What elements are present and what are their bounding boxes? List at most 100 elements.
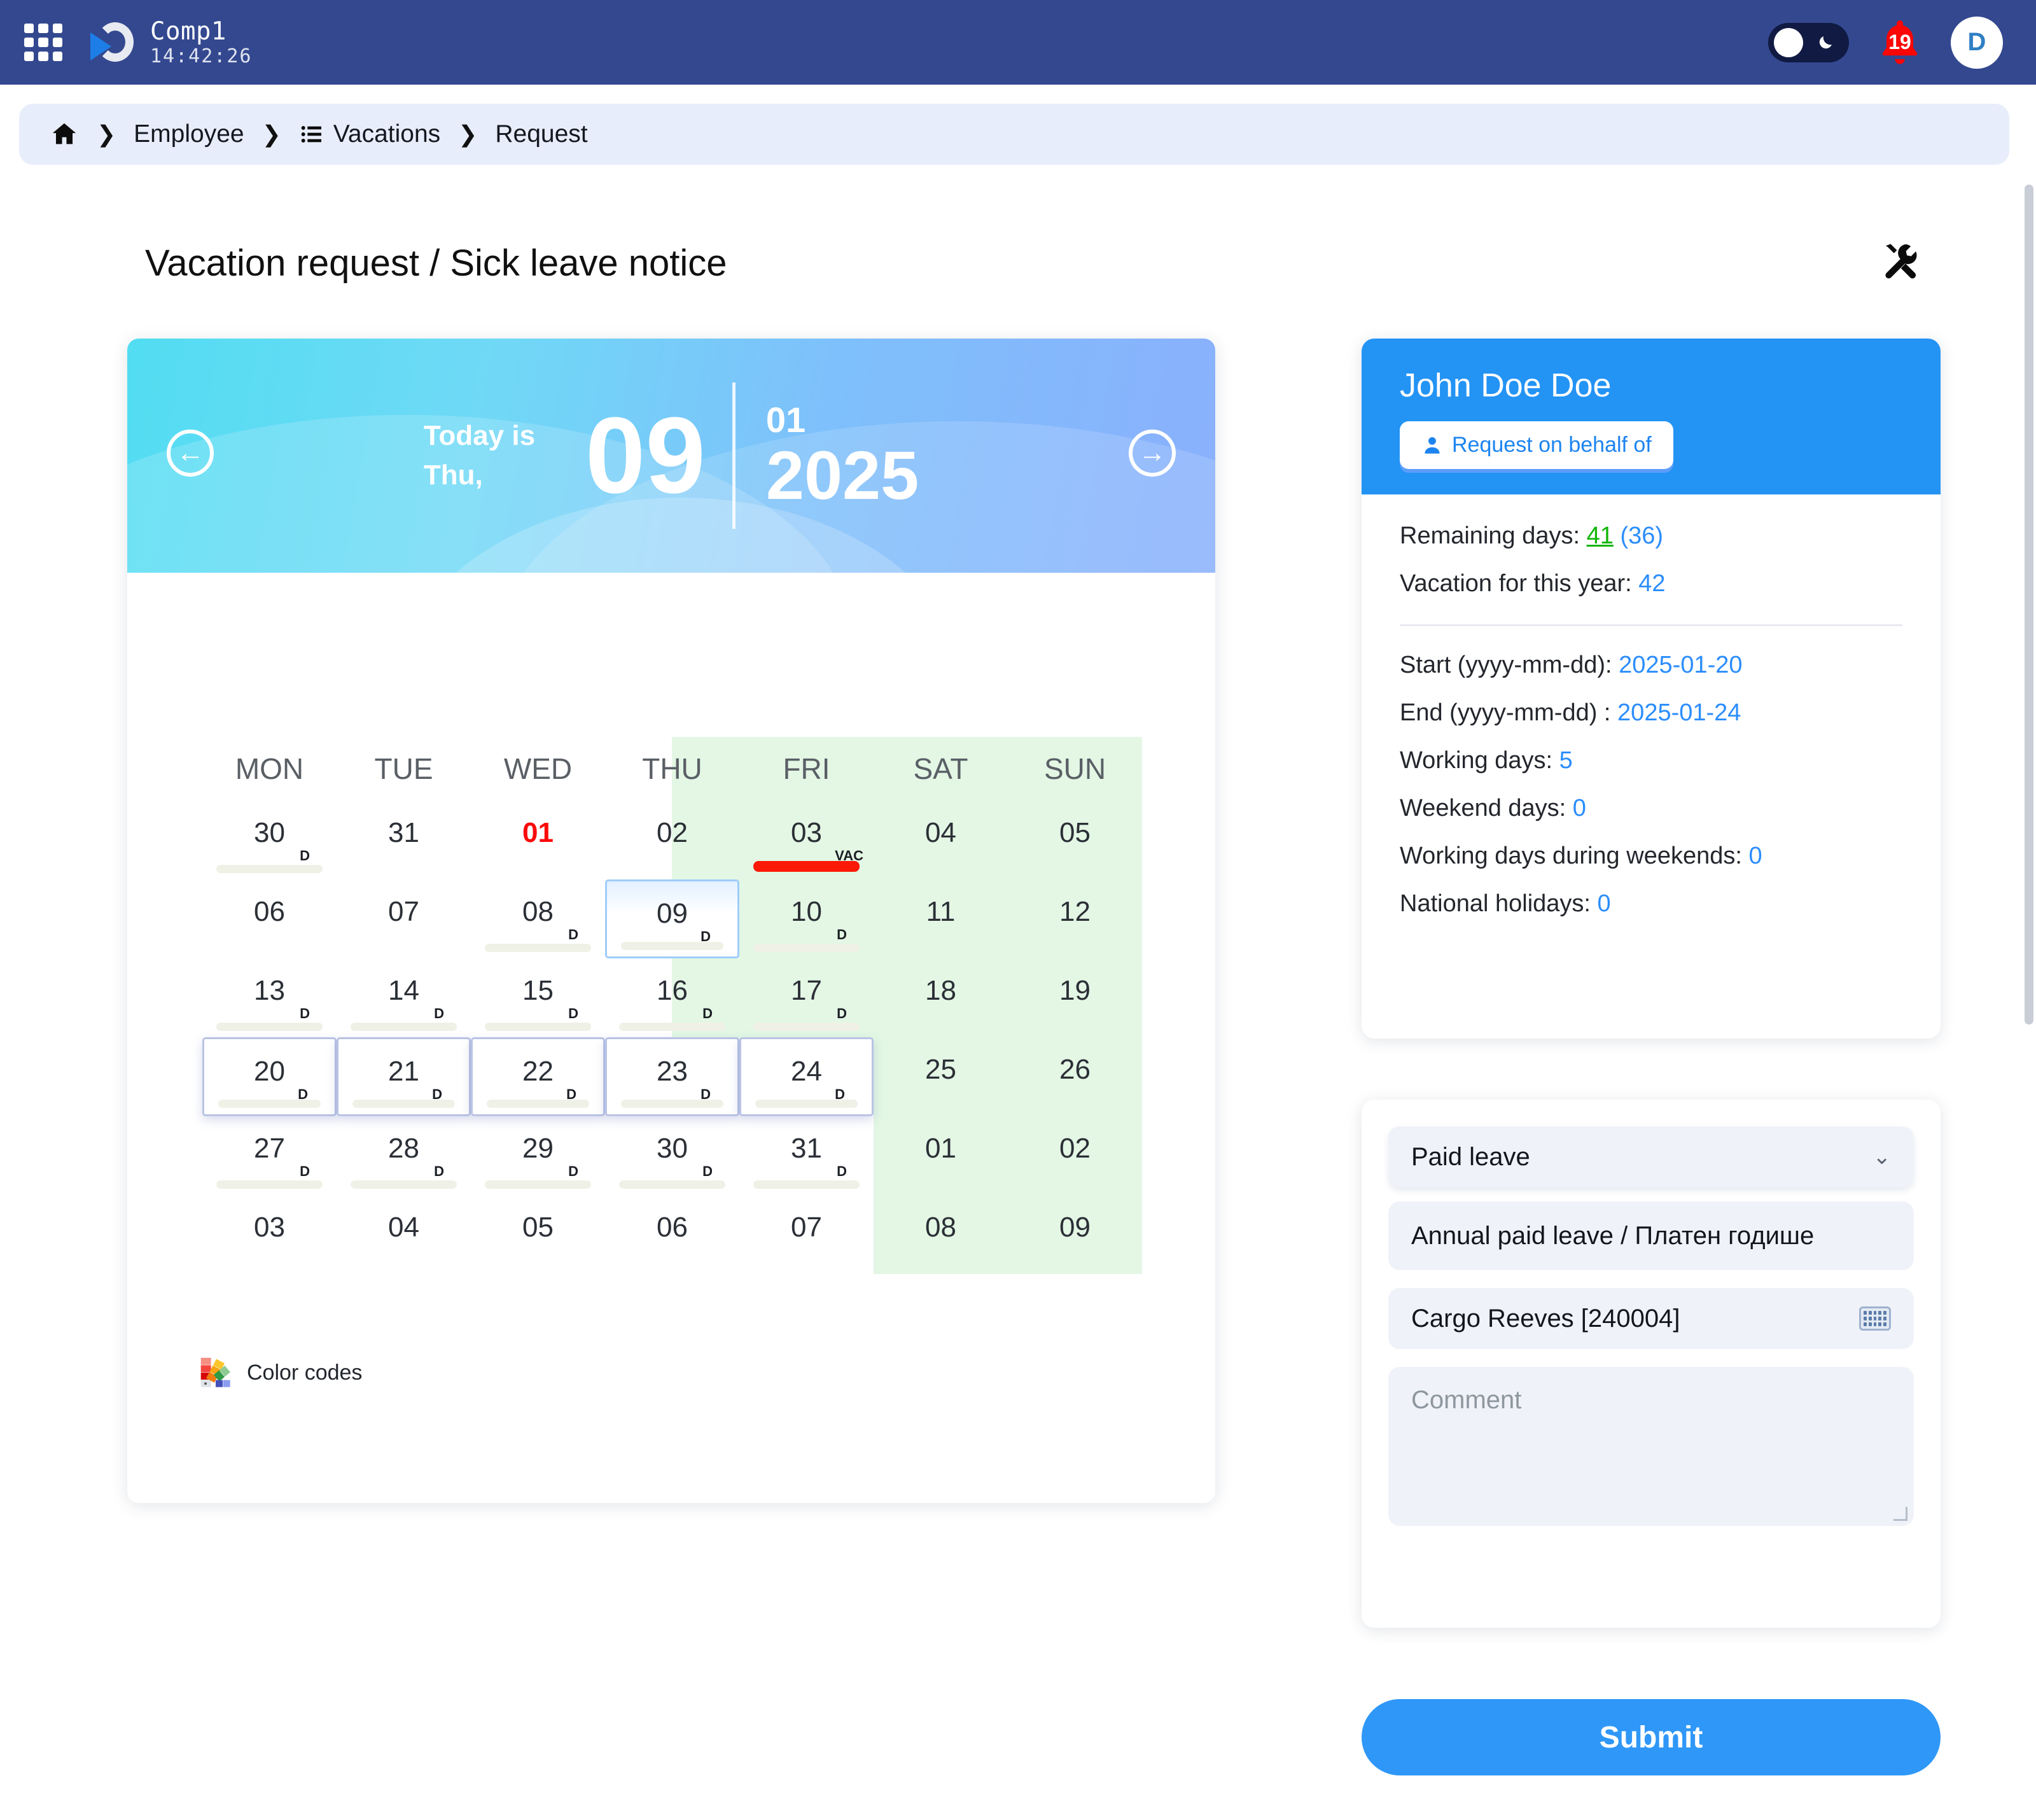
breadcrumb-home-icon[interactable] bbox=[50, 120, 79, 149]
calendar-day-cell[interactable]: 24 D bbox=[739, 1037, 874, 1116]
comment-textarea[interactable]: Comment bbox=[1388, 1367, 1914, 1526]
day-status-bar bbox=[351, 1180, 457, 1189]
day-number: 05 bbox=[522, 1212, 554, 1243]
calendar-day-cell[interactable]: 28 D bbox=[337, 1116, 471, 1195]
banner-content: Today is Thu, 09 01 2025 bbox=[127, 339, 1215, 573]
calendar-day-cell[interactable]: 09 D bbox=[605, 879, 739, 958]
banner-divider bbox=[732, 382, 736, 529]
calendar-day-cell[interactable]: 23 D bbox=[605, 1037, 739, 1116]
calendar-day-cell[interactable]: 31 D bbox=[739, 1116, 874, 1195]
resize-handle[interactable] bbox=[1893, 1507, 1907, 1521]
user-avatar[interactable]: D bbox=[1951, 16, 2003, 69]
day-number: 06 bbox=[254, 896, 285, 927]
leave-subtype-value: Annual paid leave / Платен годише bbox=[1411, 1221, 1815, 1250]
calendar-day-cell[interactable]: 20 D bbox=[202, 1037, 337, 1116]
breadcrumb-separator-3: ❯ bbox=[458, 121, 478, 147]
detail-label: Working days during weekends: bbox=[1400, 843, 1749, 869]
calendar-day-cell[interactable]: 08 D bbox=[471, 879, 605, 958]
leave-subtype-option[interactable]: Annual paid leave / Платен годише bbox=[1388, 1201, 1914, 1270]
calendar-day-cell[interactable]: 27 D bbox=[202, 1116, 337, 1195]
color-codes-legend[interactable]: Color codes bbox=[199, 1355, 362, 1390]
weekday-header-sun: SUN bbox=[1008, 737, 1142, 801]
detail-row: National holidays: 0 bbox=[1400, 890, 1902, 918]
detail-value: 2025-01-24 bbox=[1617, 699, 1741, 726]
calendar-day-cell[interactable]: 30 D bbox=[202, 801, 337, 879]
request-on-behalf-of-button[interactable]: Request on behalf of bbox=[1400, 421, 1673, 469]
calendar-day-cell[interactable]: 07 bbox=[337, 879, 471, 958]
day-number: 31 bbox=[791, 1133, 822, 1164]
calendar-day-cell[interactable]: 09 bbox=[1008, 1195, 1142, 1274]
substitute-field[interactable]: Cargo Reeves [240004] bbox=[1388, 1288, 1914, 1349]
calendar-day-cell[interactable]: 13 D bbox=[202, 958, 337, 1037]
remaining-days-value[interactable]: 41 bbox=[1587, 522, 1614, 549]
comment-placeholder: Comment bbox=[1411, 1386, 1522, 1414]
detail-label: National holidays: bbox=[1400, 890, 1598, 917]
day-marker-badge: D bbox=[568, 927, 578, 942]
calendar-day-cell[interactable]: 16 D bbox=[605, 958, 739, 1037]
day-number: 30 bbox=[657, 1133, 688, 1164]
calendar-day-cell[interactable]: 05 bbox=[471, 1195, 605, 1274]
calendar-day-cell[interactable]: 06 bbox=[202, 879, 337, 958]
weekday-header-mon: MON bbox=[235, 752, 304, 785]
calendar-day-cell[interactable]: 04 bbox=[337, 1195, 471, 1274]
day-status-bar bbox=[621, 1100, 723, 1108]
day-number: 01 bbox=[522, 817, 554, 848]
prev-month-button[interactable]: ← bbox=[167, 430, 214, 477]
calendar-day-cell[interactable]: 06 bbox=[605, 1195, 739, 1274]
calendar-day-cell[interactable]: 10 D bbox=[739, 879, 874, 958]
notifications-bell[interactable]: 19 bbox=[1873, 14, 1927, 71]
breadcrumb-item-employee[interactable]: Employee bbox=[134, 120, 244, 148]
calendar-day-cell[interactable]: 02 bbox=[1008, 1116, 1142, 1195]
remaining-days-paren: (36) bbox=[1620, 522, 1664, 549]
submit-button[interactable]: Submit bbox=[1362, 1699, 1941, 1775]
page-scrollbar[interactable] bbox=[2025, 185, 2033, 1025]
calendar-day-cell[interactable]: 02 bbox=[605, 801, 739, 879]
calendar-day-cell[interactable]: 29 D bbox=[471, 1116, 605, 1195]
day-number: 30 bbox=[254, 817, 285, 848]
day-status-bar bbox=[216, 1180, 323, 1189]
calendar-day-cell[interactable]: 11 bbox=[874, 879, 1008, 958]
calendar-day-cell[interactable]: 26 bbox=[1008, 1037, 1142, 1116]
day-marker-badge: D bbox=[434, 1005, 444, 1021]
tools-icon[interactable] bbox=[1880, 240, 1922, 288]
day-number: 10 bbox=[791, 896, 822, 927]
calendar-day-cell[interactable]: 30 D bbox=[605, 1116, 739, 1195]
next-month-button[interactable]: → bbox=[1129, 430, 1176, 477]
day-number: 06 bbox=[657, 1212, 688, 1243]
calendar-day-cell[interactable]: 31 bbox=[337, 801, 471, 879]
day-number: 22 bbox=[522, 1056, 554, 1087]
calendar-day-cell[interactable]: 19 bbox=[1008, 958, 1142, 1037]
calendar-day-cell[interactable]: 14 D bbox=[337, 958, 471, 1037]
day-marker-badge: D bbox=[434, 1163, 444, 1179]
calendar-day-cell[interactable]: 01 bbox=[874, 1116, 1008, 1195]
calendar-day-cell[interactable]: 03 bbox=[202, 1195, 337, 1274]
dark-mode-toggle[interactable] bbox=[1768, 22, 1849, 62]
calendar-day-cell[interactable]: 03 VAC bbox=[739, 801, 874, 879]
calendar-day-cell[interactable]: 07 bbox=[739, 1195, 874, 1274]
calendar-day-cell[interactable]: 04 bbox=[874, 801, 1008, 879]
calendar-day-cell[interactable]: 22 D bbox=[471, 1037, 605, 1116]
leave-type-select[interactable]: Paid leave ⌄ bbox=[1388, 1126, 1914, 1187]
keyboard-icon[interactable] bbox=[1859, 1306, 1891, 1331]
banner-month-year: 01 2025 bbox=[766, 400, 919, 511]
breadcrumb-item-request[interactable]: Request bbox=[495, 120, 587, 148]
calendar-day-cell[interactable]: 25 bbox=[874, 1037, 1008, 1116]
day-status-bar bbox=[485, 1023, 591, 1031]
calendar-day-cell[interactable]: 18 bbox=[874, 958, 1008, 1037]
calendar-day-cell[interactable]: 05 bbox=[1008, 801, 1142, 879]
calendar-day-cell[interactable]: 01 bbox=[471, 801, 605, 879]
day-number: 20 bbox=[254, 1056, 285, 1087]
detail-label: Start (yyyy-mm-dd): bbox=[1400, 652, 1619, 678]
app-grid-icon[interactable] bbox=[24, 23, 62, 62]
calendar-day-cell[interactable]: 12 bbox=[1008, 879, 1142, 958]
calendar-day-cell[interactable]: 17 D bbox=[739, 958, 874, 1037]
today-day-number: 09 bbox=[585, 395, 706, 516]
substitute-value: Cargo Reeves [240004] bbox=[1411, 1304, 1680, 1333]
day-marker-badge: D bbox=[568, 1005, 578, 1021]
calendar-day-cell[interactable]: 15 D bbox=[471, 958, 605, 1037]
calendar-day-cell[interactable]: 08 bbox=[874, 1195, 1008, 1274]
detail-label: End (yyyy-mm-dd) : bbox=[1400, 699, 1618, 726]
breadcrumb-item-vacations[interactable]: Vacations bbox=[299, 120, 440, 148]
calendar-day-cell[interactable]: 21 D bbox=[337, 1037, 471, 1116]
day-status-bar bbox=[352, 1100, 455, 1108]
